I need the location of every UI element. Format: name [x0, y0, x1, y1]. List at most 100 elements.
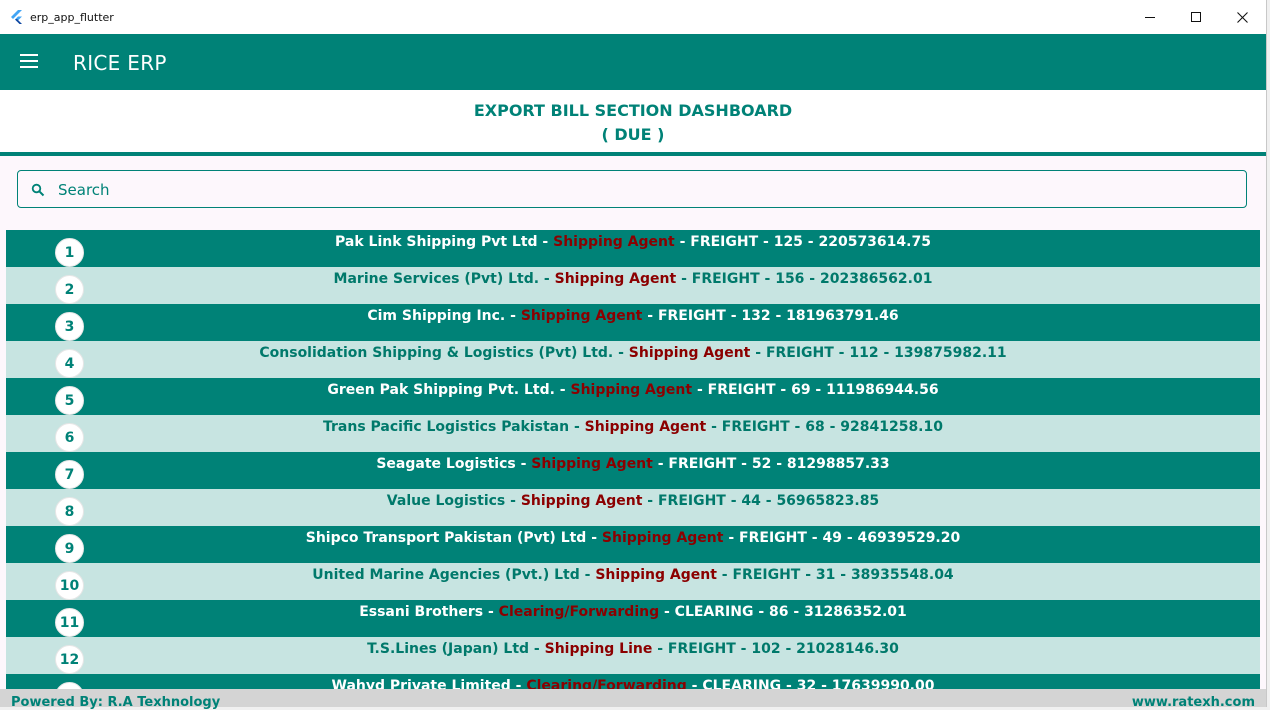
flutter-logo-icon: [11, 10, 22, 24]
list-item[interactable]: Seagate Logistics - Shipping Agent - FRE…: [6, 452, 1260, 489]
list-item[interactable]: Consolidation Shipping & Logistics (Pvt)…: [6, 341, 1260, 378]
row-number-badge: 7: [55, 460, 84, 489]
bill-summary: FREIGHT - 132 - 181963791.46: [657, 308, 899, 324]
due-bill-list: Pak Link Shipping Pvt Ltd - Shipping Age…: [6, 230, 1260, 689]
party-type: Clearing/Forwarding: [498, 604, 660, 620]
list-item[interactable]: Trans Pacific Logistics Pakistan - Shipp…: [6, 415, 1260, 452]
list-item-text: Marine Services (Pvt) Ltd. - Shipping Ag…: [6, 271, 1260, 287]
maximize-icon: [1190, 11, 1201, 22]
party-type: Shipping Agent: [628, 345, 751, 361]
separator: -: [652, 641, 668, 657]
search-icon: [31, 183, 45, 197]
separator: -: [515, 456, 532, 472]
footer-powered-by: Powered By: R.A Texhnology: [11, 695, 221, 710]
party-name: Marine Services (Pvt) Ltd.: [333, 271, 540, 287]
party-name: Essani Brothers: [359, 604, 484, 620]
separator: -: [723, 530, 740, 546]
bill-summary: FREIGHT - 125 - 220573614.75: [690, 234, 931, 250]
separator: -: [642, 493, 658, 509]
party-name: Value Logistics: [386, 493, 506, 509]
party-type: Shipping Agent: [553, 234, 675, 250]
bill-summary: CLEARING - 86 - 31286352.01: [674, 604, 907, 620]
list-item-text: United Marine Agencies (Pvt.) Ltd - Ship…: [6, 567, 1260, 583]
list-item-text: Consolidation Shipping & Logistics (Pvt)…: [6, 345, 1260, 361]
bill-summary: FREIGHT - 102 - 21028146.30: [667, 641, 899, 657]
bill-summary: FREIGHT - 49 - 46939529.20: [739, 530, 961, 546]
bill-summary: FREIGHT - 156 - 202386562.01: [691, 271, 933, 287]
search-input[interactable]: [56, 171, 1240, 209]
row-number-badge: 8: [55, 497, 84, 526]
separator: -: [483, 604, 499, 620]
party-name: Seagate Logistics: [376, 456, 516, 472]
footer-website[interactable]: www.ratexh.com: [1132, 695, 1255, 710]
separator: -: [586, 530, 602, 546]
list-item[interactable]: Marine Services (Pvt) Ltd. - Shipping Ag…: [6, 267, 1260, 304]
list-item[interactable]: Green Pak Shipping Pvt. Ltd. - Shipping …: [6, 378, 1260, 415]
list-item[interactable]: Wahyd Private Limited - Clearing/Forward…: [6, 674, 1260, 689]
page-title: EXPORT BILL SECTION DASHBOARD: [473, 101, 793, 120]
separator: -: [505, 308, 521, 324]
party-type: Shipping Agent: [520, 308, 643, 324]
party-type: Shipping Agent: [520, 493, 643, 509]
separator: -: [510, 678, 527, 689]
row-number-badge: 6: [55, 423, 84, 452]
window-title: erp_app_flutter: [30, 11, 114, 24]
list-item[interactable]: Essani Brothers - Clearing/Forwarding - …: [6, 600, 1260, 637]
party-type: Shipping Agent: [570, 382, 693, 398]
separator: -: [569, 419, 585, 435]
list-item[interactable]: Cim Shipping Inc. - Shipping Agent - FRE…: [6, 304, 1260, 341]
bill-summary: FREIGHT - 31 - 38935548.04: [732, 567, 954, 583]
separator: -: [579, 567, 596, 583]
list-item-text: Wahyd Private Limited - Clearing/Forward…: [6, 678, 1260, 689]
list-item[interactable]: United Marine Agencies (Pvt.) Ltd - Ship…: [6, 563, 1260, 600]
party-type: Shipping Agent: [554, 271, 677, 287]
list-item-text: Value Logistics - Shipping Agent - FREIG…: [6, 493, 1260, 509]
list-item[interactable]: Shipco Transport Pakistan (Pvt) Ltd - Sh…: [6, 526, 1260, 563]
separator: -: [706, 419, 722, 435]
maximize-button[interactable]: [1173, 0, 1219, 34]
party-name: Shipco Transport Pakistan (Pvt) Ltd: [305, 530, 587, 546]
page-subtitle: ( DUE ): [601, 125, 665, 144]
separator: -: [716, 567, 733, 583]
menu-icon[interactable]: [20, 54, 38, 70]
close-icon: [1236, 11, 1248, 23]
bill-summary: FREIGHT - 52 - 81298857.33: [668, 456, 890, 472]
separator: -: [659, 604, 675, 620]
list-item-text: Cim Shipping Inc. - Shipping Agent - FRE…: [6, 308, 1260, 324]
bill-summary: FREIGHT - 68 - 92841258.10: [721, 419, 943, 435]
window-titlebar: erp_app_flutter: [0, 0, 1266, 34]
row-number-badge: 5: [55, 386, 84, 415]
row-number-badge: 10: [55, 571, 84, 600]
close-button[interactable]: [1219, 0, 1265, 34]
minimize-button[interactable]: [1127, 0, 1173, 34]
separator: -: [613, 345, 629, 361]
party-type: Shipping Agent: [531, 456, 653, 472]
separator: -: [642, 308, 658, 324]
separator: -: [676, 271, 692, 287]
row-number-badge: 4: [55, 349, 84, 378]
list-item[interactable]: Value Logistics - Shipping Agent - FREIG…: [6, 489, 1260, 526]
separator: -: [539, 271, 555, 287]
party-name: Consolidation Shipping & Logistics (Pvt)…: [259, 345, 614, 361]
search-box[interactable]: [17, 170, 1247, 209]
footer: Powered By: R.A Texhnology www.ratexh.co…: [0, 689, 1266, 710]
list-item[interactable]: Pak Link Shipping Pvt Ltd - Shipping Age…: [6, 230, 1260, 267]
content-area: Pak Link Shipping Pvt Ltd - Shipping Age…: [0, 156, 1266, 689]
app-window: erp_app_flutter RICE ERP EXPORT BILL SEC…: [0, 0, 1267, 710]
dashboard-header: EXPORT BILL SECTION DASHBOARD ( DUE ): [0, 90, 1266, 152]
party-name: Wahyd Private Limited: [331, 678, 511, 689]
party-name: United Marine Agencies (Pvt.) Ltd: [312, 567, 580, 583]
list-item-text: T.S.Lines (Japan) Ltd - Shipping Line - …: [6, 641, 1260, 657]
party-type: Shipping Agent: [595, 567, 717, 583]
separator: -: [674, 234, 691, 250]
list-item[interactable]: T.S.Lines (Japan) Ltd - Shipping Line - …: [6, 637, 1260, 674]
party-name: T.S.Lines (Japan) Ltd: [367, 641, 530, 657]
party-name: Cim Shipping Inc.: [367, 308, 506, 324]
party-name: Pak Link Shipping Pvt Ltd: [335, 234, 538, 250]
list-item-text: Shipco Transport Pakistan (Pvt) Ltd - Sh…: [6, 530, 1260, 546]
row-number-badge: 3: [55, 312, 84, 341]
app-title: RICE ERP: [73, 51, 167, 75]
bill-summary: FREIGHT - 44 - 56965823.85: [657, 493, 880, 509]
list-item-text: Trans Pacific Logistics Pakistan - Shipp…: [6, 419, 1260, 435]
bill-summary: FREIGHT - 112 - 139875982.11: [765, 345, 1007, 361]
